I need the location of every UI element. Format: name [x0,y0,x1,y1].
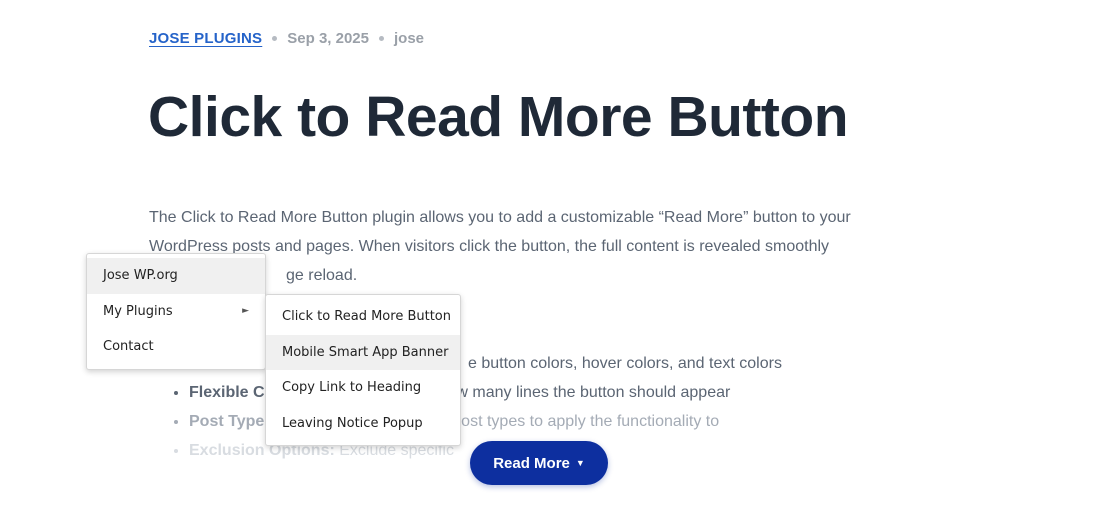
feature-label: Flexible C [189,384,265,401]
submenu-arrow-icon: ► [242,305,249,316]
menu-item-jose-wporg[interactable]: Jose WP.org [87,258,265,294]
submenu-item-label: Click to Read More Button [282,309,451,324]
submenu-item-leaving-notice-popup[interactable]: Leaving Notice Popup [266,406,460,442]
menu-item-label: Jose WP.org [103,268,178,283]
context-menu: Jose WP.org My Plugins ► Contact [86,253,266,370]
post-meta: JOSE PLUGINS Sep 3, 2025 jose [149,30,424,47]
meta-separator-dot [272,36,278,41]
post-author[interactable]: jose [394,30,424,47]
caret-down-icon: ▼ [575,458,585,468]
menu-item-label: Contact [103,339,154,354]
meta-separator-dot [379,36,384,41]
category-link[interactable]: JOSE PLUGINS [149,30,262,47]
submenu-item-mobile-smart-app-banner[interactable]: Mobile Smart App Banner [266,334,460,370]
read-more-button[interactable]: Read More ▼ [470,441,608,485]
submenu-item-click-to-read-more[interactable]: Click to Read More Button [266,299,460,335]
submenu-item-label: Leaving Notice Popup [282,415,423,431]
submenu-item-copy-link-to-heading[interactable]: Copy Link to Heading [266,370,460,406]
menu-item-label: My Plugins [103,303,173,319]
page-title: Click to Read More Button [148,85,849,149]
post-date: Sep 3, 2025 [287,30,369,47]
feature-text: e button colors, hover colors, and text … [468,355,782,372]
submenu-item-label: Mobile Smart App Banner [282,344,449,360]
menu-item-contact[interactable]: Contact [87,329,265,365]
page: JOSE PLUGINS Sep 3, 2025 jose Click to R… [0,0,1110,531]
read-more-label: Read More [493,454,570,472]
submenu-item-label: Copy Link to Heading [282,380,422,395]
feature-label: Post Type [189,413,265,430]
plugins-submenu: Click to Read More Button Mobile Smart A… [265,294,461,446]
intro-line: The Click to Read More Button plugin all… [149,209,851,226]
menu-item-my-plugins[interactable]: My Plugins ► [87,294,265,330]
